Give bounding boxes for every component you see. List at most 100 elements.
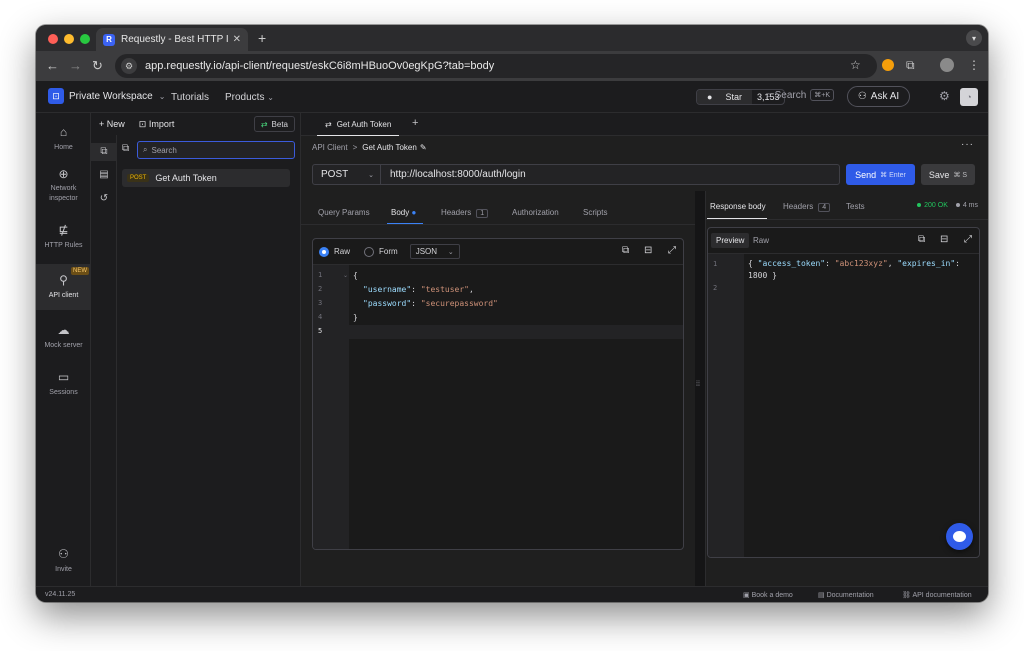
beta-toggle[interactable]: ⇄ Beta [253,116,295,132]
new-button[interactable]: + New [99,119,125,129]
search-icon: ⌕ [766,89,772,101]
bookmark-star-icon[interactable]: ☆ [850,58,861,72]
environments-icon[interactable]: ▤ [91,169,117,180]
extension-icon[interactable] [882,59,894,71]
preview-button[interactable]: Preview [711,233,750,248]
workspace-selector[interactable]: ⊡ Private Workspace ⌄ [48,88,165,104]
close-tab-icon[interactable]: ✕ [233,34,241,45]
cloud-icon: ☁ [57,323,70,337]
minimize-window-button[interactable] [64,34,74,44]
nav-invite[interactable]: ⚇ Invite [36,543,91,583]
products-menu[interactable]: Products ⌄ [225,92,274,103]
copy-icon[interactable]: ⧉ [622,245,629,256]
tab-response-body[interactable]: Response body [710,202,766,211]
tab-scripts[interactable]: Scripts [583,208,607,217]
user-avatar[interactable]: ◔ [960,88,978,106]
chevron-down-icon: ⌄ [368,171,374,179]
fold-chevron-icon[interactable]: ⌄ [343,272,348,279]
save-button[interactable]: Save ⌘ S [921,164,975,185]
tab-headers[interactable]: Headers 1 [441,208,489,218]
forward-arrow-icon[interactable]: → [69,58,82,73]
pane-resize-handle[interactable]: ⁞⁞ [695,191,705,586]
explorer-search-input[interactable]: ⌕ Search [137,141,295,159]
tab-body[interactable]: Body ● [391,208,416,217]
profile-avatar-icon[interactable] [940,58,954,72]
method-select[interactable]: POST ⌄ [313,165,381,184]
new-request-tab-button[interactable]: + [412,117,418,129]
tab-divider [706,219,988,220]
api-documentation-link[interactable]: ⛓ API documentation [902,591,972,599]
nav-network-inspector[interactable]: ⊕ Network inspector [36,165,91,213]
format-value: JSON [415,247,438,256]
duplicate-icon[interactable]: ⧉ [122,143,129,154]
tab-tests[interactable]: Tests [846,202,865,211]
prettify-icon[interactable]: ⊟ [644,245,652,256]
line-number: 1 [713,260,718,268]
site-settings-icon[interactable]: ⚙ [121,58,137,74]
extensions-puzzle-icon[interactable]: ⧉ [906,58,915,73]
edit-pencil-icon[interactable]: ✎ [420,143,427,152]
response-body-viewer: Preview Raw ⧉ ⊟ ⤢ 1 2 { "access_token": … [707,227,980,558]
browser-menu-icon[interactable]: ⋮ [968,58,980,72]
tutorials-link[interactable]: Tutorials [171,92,209,103]
address-bar[interactable]: ⚙ app.requestly.io/api-client/request/es… [115,54,877,78]
nav-mock-server[interactable]: ☁ Mock server [36,319,91,359]
more-options-button[interactable]: ··· [961,139,974,150]
global-search[interactable]: ⌕ Search ⌘+K [766,89,835,101]
nav-http-rules[interactable]: ⋢ HTTP Rules [36,219,91,259]
collections-icon[interactable]: ⧉ [91,143,117,161]
new-tab-button[interactable]: + [258,30,266,46]
browser-tab[interactable]: R Requestly - Best HTTP Interc ✕ [96,28,248,51]
documentation-label: Documentation [826,592,874,599]
history-icon[interactable]: ↺ [91,193,117,204]
url-input[interactable]: http://localhost:8000/auth/login [381,165,526,184]
nav-home[interactable]: ⌂ Home [36,121,91,161]
products-chevron-icon: ⌄ [267,93,274,102]
documentation-link[interactable]: ▤ Documentation [818,591,874,599]
send-button[interactable]: Send ⌘ Enter [846,164,915,185]
expand-icon[interactable]: ⤢ [964,234,972,245]
raw-radio[interactable]: Raw [319,246,350,257]
chat-support-button[interactable] [946,523,973,550]
copy-icon[interactable]: ⧉ [918,234,925,245]
tab-get-auth-token[interactable]: ⇄ Get Auth Token [317,113,400,136]
download-icon[interactable]: ⊟ [940,234,948,245]
calendar-icon: ▣ [743,592,750,599]
back-arrow-icon[interactable]: ← [46,58,59,73]
url-value: http://localhost:8000/auth/login [390,169,526,180]
time-dot-icon [955,203,960,208]
reload-icon[interactable]: ↻ [92,58,103,74]
settings-gear-icon[interactable]: ⚙ [939,89,950,103]
response-headers-count: 4 [818,203,831,212]
close-window-button[interactable] [48,34,58,44]
form-radio[interactable]: Form [364,246,398,257]
breadcrumb-root[interactable]: API Client [312,143,348,152]
api-documentation-label: API documentation [912,592,972,599]
ask-ai-button[interactable]: ⚇ Ask AI [847,86,910,107]
request-tab-icon: ⇄ [325,119,332,129]
search-label: Search [774,89,807,101]
expand-icon[interactable]: ⤢ [668,245,676,256]
response-line-1: { "access_token": "abc123xyz", "expires_… [748,259,960,268]
response-status: 200 OK 4 ms [917,202,978,209]
book-demo-link[interactable]: ▣ Book a demo [743,591,793,599]
raw-button[interactable]: Raw [753,236,769,245]
status-code: 200 OK [924,202,948,209]
tab-search-chevron-icon[interactable]: ▾ [966,30,982,46]
tab-response-headers[interactable]: Headers 4 [783,202,831,212]
chevron-down-icon: ⌄ [447,248,454,256]
requestly-favicon-icon: R [103,33,115,46]
nav-sessions[interactable]: ▭ Sessions [36,366,91,406]
line-number: 2 [713,284,718,292]
json-value: "testuser" [420,285,469,294]
nav-api-client[interactable]: NEW ⚲ API client [36,264,91,310]
workspace-label: Private Workspace [69,90,153,102]
request-list-item[interactable]: POST Get Auth Token [122,169,290,187]
maximize-window-button[interactable] [80,34,90,44]
tab-authorization[interactable]: Authorization [512,208,559,217]
format-select[interactable]: JSON ⌄ [409,244,460,259]
import-button[interactable]: ⊡ Import [139,119,175,130]
browser-window: R Requestly - Best HTTP Interc ✕ + ▾ ← →… [36,25,988,602]
tab-query-params[interactable]: Query Params [318,208,370,217]
body-editor[interactable]: Raw Form JSON ⌄ ⧉ ⊟ ⤢ 1 2 3 4 5 ⌄ { "use… [312,238,684,550]
